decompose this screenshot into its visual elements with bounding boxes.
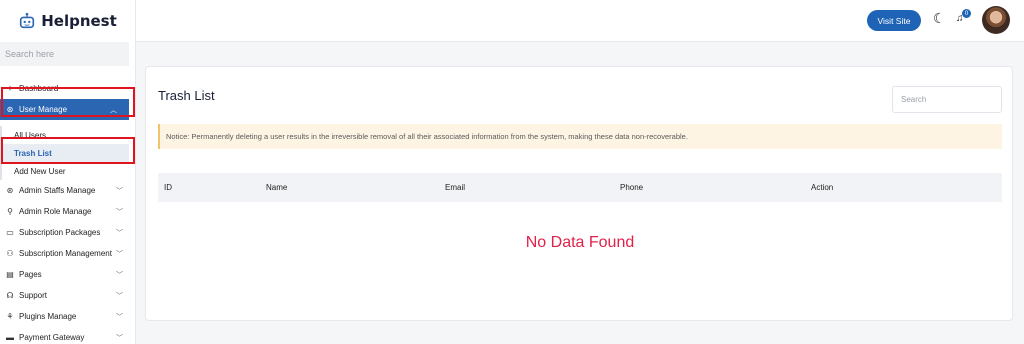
sidebar-item-pages[interactable]: ▤ Pages ﹀ [0,264,135,285]
column-header-phone: Phone [620,183,644,192]
sidebar-item-support[interactable]: ☊ Support ﹀ [0,285,135,306]
sidebar-item-payment-gateway[interactable]: ▬ Payment Gateway ﹀ [0,327,135,344]
chevron-down-icon: ﹀ [116,314,123,321]
chevron-down-icon: ﹀ [116,209,123,216]
chevron-down-icon: ﹀ [116,272,123,279]
empty-state-text: No Data Found [525,234,635,251]
sidebar-item-admin-role[interactable]: ⚲ Admin Role Manage ﹀ [0,201,135,222]
table-search-placeholder: Search [901,95,927,104]
card-icon: ▬ [6,333,14,342]
trash-list-card: Trash List Search Notice: Permanently de… [145,66,1013,321]
submenu-item-add-new-user[interactable]: Add New User [2,162,129,180]
page-title: Trash List [158,88,215,103]
sidebar-item-plugins-manage[interactable]: ⚘ Plugins Manage ﹀ [0,306,135,327]
users-icon: ⚇ [6,249,14,258]
sidebar-item-label: Admin Role Manage [19,207,92,216]
sidebar-item-label: Support [19,291,48,300]
notice-text: Notice: Permanently deleting a user resu… [166,132,688,141]
brand-name: Helpnest [41,12,117,30]
sidebar-item-label: Subscription Management [19,249,112,258]
top-header: Visit Site ☾ ♫ 0 [136,0,1024,42]
chevron-down-icon: ﹀ [116,230,123,237]
notification-badge: 0 [962,9,971,18]
sidebar-item-admin-staffs[interactable]: ⊛ Admin Staffs Manage ﹀ [0,180,135,201]
chevron-down-icon: ﹀ [116,293,123,300]
sidebar-item-label: Plugins Manage [19,312,77,321]
sidebar: Helpnest Search here ✧ Dashboard ⊛ User … [0,0,136,344]
avatar[interactable] [982,6,1010,34]
table-header: ID Name Email Phone Action [158,173,1002,202]
support-icon: ☊ [6,291,14,300]
column-header-id: ID [164,183,172,192]
chevron-down-icon: ﹀ [116,335,123,342]
highlight-box-trash-list [1,137,135,164]
column-header-email: Email [445,183,466,192]
sidebar-search-input[interactable]: Search here [0,42,129,66]
sidebar-item-subscription-management[interactable]: ⚇ Subscription Management ﹀ [0,243,135,264]
plug-icon: ⚘ [6,312,14,321]
user-role-icon: ⚲ [7,207,13,216]
calendar-icon: ▭ [6,228,14,237]
sidebar-search-placeholder: Search here [5,49,55,59]
sidebar-item-subscription-packages[interactable]: ▭ Subscription Packages ﹀ [0,222,135,243]
column-header-action: Action [811,183,834,192]
chevron-down-icon: ﹀ [116,188,123,195]
page-icon: ▤ [6,270,14,279]
sidebar-item-label: Payment Gateway [19,333,85,342]
notice-banner: Notice: Permanently deleting a user resu… [158,124,1002,149]
sidebar-item-label: Pages [19,270,42,279]
column-header-name: Name [266,183,288,192]
dark-mode-toggle-icon[interactable]: ☾ [933,10,947,30]
sidebar-item-label: Admin Staffs Manage [19,186,96,195]
visit-site-button[interactable]: Visit Site [867,10,921,31]
sidebar-item-label: Subscription Packages [19,228,101,237]
brand-logo[interactable]: Helpnest [0,0,135,42]
highlight-box-user-manage [1,87,135,117]
user-circle-icon: ⊛ [6,186,14,195]
table-search-input[interactable]: Search [892,86,1002,113]
robot-logo-icon [20,12,35,29]
chevron-down-icon: ﹀ [116,251,123,258]
